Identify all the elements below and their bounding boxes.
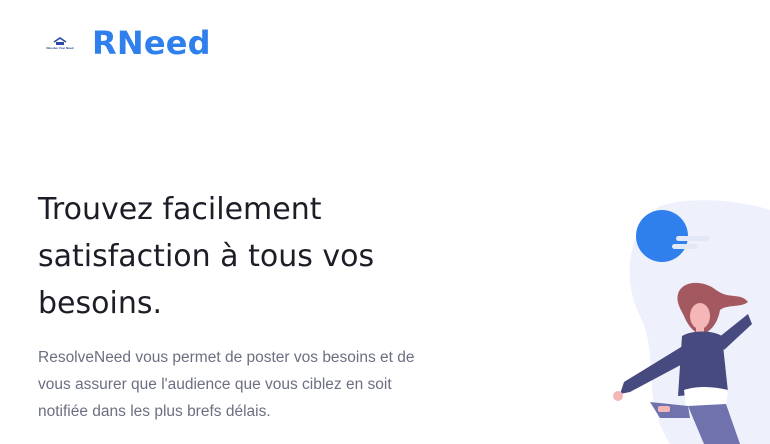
landing-page: Résolve Your Need RNeed Trouvez facileme… bbox=[0, 0, 770, 444]
hero-description: ResolveNeed vous permet de poster vos be… bbox=[38, 344, 488, 425]
foot bbox=[658, 406, 670, 412]
hero-title: Trouvez facilement satisfaction à tous v… bbox=[38, 186, 478, 327]
hero-title-line: besoins. bbox=[38, 286, 162, 321]
motion-line bbox=[676, 236, 710, 241]
hero-title-line: Trouvez facilement bbox=[38, 192, 322, 227]
house-logo-icon bbox=[53, 36, 67, 45]
brand-name[interactable]: RNeed bbox=[92, 24, 211, 62]
hero-description-line: ResolveNeed vous permet de poster vos be… bbox=[38, 349, 415, 366]
logo-small-text: Résolve Your Need bbox=[46, 45, 74, 50]
site-header: Résolve Your Need RNeed bbox=[42, 24, 211, 62]
hand bbox=[613, 391, 623, 401]
hero-title-line: satisfaction à tous vos bbox=[38, 239, 375, 274]
brand-logo[interactable]: Résolve Your Need bbox=[42, 33, 78, 53]
hero-description-line: notifiée dans les plus brefs délais. bbox=[38, 403, 271, 420]
motion-line bbox=[672, 244, 698, 249]
hero-description-line: vous assurer que l'audience que vous cib… bbox=[38, 376, 392, 393]
woman-jumping-illustration bbox=[613, 200, 770, 444]
